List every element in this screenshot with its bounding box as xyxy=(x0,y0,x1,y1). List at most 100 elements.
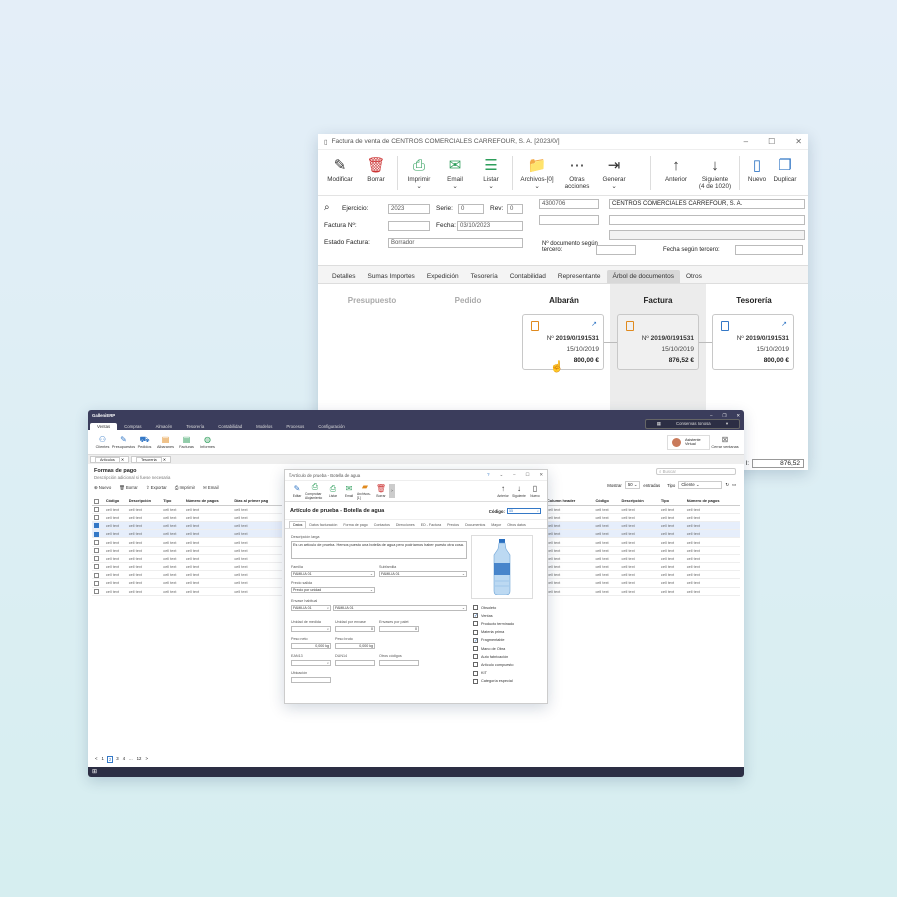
print-button[interactable]: ⎙ Imprimir ⌄ xyxy=(401,156,437,190)
open-tab-articulos[interactable]: Artículos ✕ xyxy=(90,456,130,463)
table-row[interactable]: cell text cell text cell text cell text cell… xyxy=(545,554,740,564)
type-select[interactable]: Cliente ⌄ xyxy=(678,481,723,489)
article-tab[interactable]: Datos xyxy=(289,521,307,528)
windows-icon[interactable]: ⊞ xyxy=(92,769,97,775)
print-action[interactable]: ⎙ Imprimir xyxy=(175,485,195,491)
menu-contabilidad[interactable]: Contabilidad xyxy=(211,423,249,430)
article-next-button[interactable]: ↓ Siguiente xyxy=(511,484,527,498)
chevron-down-icon[interactable]: ⌄ xyxy=(500,472,504,478)
upe-field[interactable]: 0 xyxy=(335,626,375,632)
flag-checkbox[interactable]: Mano de Obra xyxy=(473,646,505,651)
column-header[interactable]: Código xyxy=(103,497,127,506)
ean-field[interactable]: ⌕ xyxy=(291,660,331,666)
table-row[interactable]: cell text cell text cell text cell text cell… xyxy=(92,570,282,580)
table-row[interactable]: cell text cell text cell text cell text cell… xyxy=(545,505,740,514)
company-selector[interactable]: ▦ Conservas Ionosa ▾ xyxy=(644,419,740,429)
list-button[interactable]: ☰ Listar ⌄ xyxy=(473,156,509,190)
menu-almacen[interactable]: Almacén xyxy=(149,423,180,430)
serie-select[interactable]: 0 xyxy=(458,204,484,214)
table-row[interactable]: cell text cell text cell text cell text cell… xyxy=(545,546,740,555)
table-row[interactable]: cell text cell text cell text cell text cell… xyxy=(92,578,282,588)
peso-neto-field[interactable]: 0,000 kg xyxy=(291,643,331,649)
table-row[interactable]: cell text cell text cell text cell text cell… xyxy=(545,570,740,580)
table-row[interactable]: cell text cell text cell text cell text cell… xyxy=(92,521,282,531)
maximize-icon[interactable]: ❐ xyxy=(723,413,727,419)
menu-configuracion[interactable]: Configuración xyxy=(311,423,352,430)
article-files-button[interactable]: ▰ Archivos-[1] xyxy=(357,482,373,500)
tab-tesoreria[interactable]: Tesorería xyxy=(465,270,504,283)
flag-checkbox[interactable]: KIT xyxy=(473,670,487,676)
table-row[interactable]: cell text cell text cell text cell text cell… xyxy=(545,578,740,588)
ribbon-albaranes-button[interactable]: ▤ Albaranes xyxy=(155,435,176,449)
menu-ventas[interactable]: Ventas xyxy=(90,423,118,430)
table-row[interactable]: cell text cell text cell text cell text cell… xyxy=(92,562,282,572)
email-action[interactable]: ✉ Email xyxy=(203,485,219,491)
peso-bruto-field[interactable]: 0,000 kg xyxy=(335,643,375,649)
search-icon[interactable]: ⌕ xyxy=(324,202,330,213)
minimize-icon[interactable]: – xyxy=(513,472,515,478)
table-row[interactable]: cell text cell text cell text cell text cell… xyxy=(92,546,282,555)
columns-icon[interactable]: ▭ xyxy=(732,482,736,488)
column-header[interactable]: Descripción xyxy=(619,497,659,506)
generate-button[interactable]: ⇥ Generar ⌄ xyxy=(596,156,632,190)
help-icon[interactable]: ? xyxy=(487,472,489,478)
article-edit-button[interactable]: ✎ Editar xyxy=(289,484,305,498)
article-tab[interactable]: Forma de pago xyxy=(340,522,370,528)
page-link[interactable]: > xyxy=(144,756,149,763)
more-actions-button[interactable]: ⋯ Otras acciones xyxy=(558,156,596,190)
envase-name-select[interactable]: FAMILIA 01 ⌄ xyxy=(333,605,467,611)
cliente-name-field[interactable]: CENTROS COMERCIALES CARREFOUR, S. A. xyxy=(609,199,805,209)
column-header[interactable]: Código xyxy=(593,497,620,506)
table-row[interactable]: cell text cell text cell text cell text cell… xyxy=(92,554,282,564)
show-select[interactable]: 50 ⌄ xyxy=(624,481,641,489)
next-button[interactable]: ↓ Siguiente (4 de 1020) xyxy=(694,156,736,190)
ribbon-presupuestos-button[interactable]: ✎ Presupuestos xyxy=(112,435,135,449)
article-tab[interactable]: Direcciones xyxy=(393,522,418,528)
flag-checkbox[interactable]: Artículo compuesto xyxy=(473,662,514,668)
subfamilia-select[interactable]: FAMILIA 01 ⌄ xyxy=(379,571,467,577)
minimize-icon[interactable]: – xyxy=(710,413,712,419)
row-checkbox[interactable] xyxy=(94,531,99,537)
column-header[interactable]: Número de pagos xyxy=(183,497,233,506)
article-prev-button[interactable]: ↑ Anterior xyxy=(495,484,511,498)
otros-codigos-field[interactable] xyxy=(379,660,419,666)
page-link[interactable]: 1 xyxy=(101,756,105,763)
article-email-button[interactable]: ✉ Email xyxy=(341,484,357,498)
page-link[interactable]: < xyxy=(94,756,99,763)
flag-checkbox[interactable]: Obsoleto xyxy=(473,605,496,610)
ribbon-pedidos-button[interactable]: ⛟ Pedidos xyxy=(134,435,155,449)
tab-sumas-importes[interactable]: Sumas Importes xyxy=(361,270,420,283)
cliente-code-field[interactable]: 4300706 xyxy=(539,199,599,209)
table-row[interactable]: cell text cell text cell text cell text cell… xyxy=(545,529,740,539)
flag-checkbox[interactable]: Materia prima xyxy=(473,629,504,635)
article-check-button[interactable]: ⎙ Comprobar Alojamiento xyxy=(305,482,325,500)
tab-otros[interactable]: Otros xyxy=(680,270,708,283)
article-tab[interactable]: ED - Factura xyxy=(418,522,444,528)
precio-select[interactable]: Precio por unidad ⌄ xyxy=(291,587,375,593)
table-row[interactable]: cell text cell text cell text cell text cell… xyxy=(545,587,740,596)
description-textarea[interactable]: Es un artículo de prueba. Hemos puesto u… xyxy=(291,541,467,559)
table-row[interactable]: cell text cell text cell text cell text cell… xyxy=(92,513,282,523)
factura-number-field[interactable] xyxy=(388,221,430,231)
um-field[interactable]: ⌕ xyxy=(291,626,331,632)
flag-checkbox[interactable]: Categoría especial xyxy=(473,678,513,684)
envase-code-field[interactable]: FAMILIA 01 ⌕ xyxy=(291,605,331,611)
close-windows-button[interactable]: ⊠ Cerrar ventanas xyxy=(710,435,740,449)
article-tab[interactable]: Documentos xyxy=(462,522,488,528)
flag-checkbox[interactable]: Auto fabricación xyxy=(473,654,508,660)
close-icon[interactable]: ✕ xyxy=(736,413,740,419)
chevron-right-icon[interactable]: › xyxy=(389,484,395,498)
flag-checkbox[interactable]: ✓ Fragmentable xyxy=(473,637,504,643)
delete-button[interactable]: 🗑 Borrar xyxy=(358,156,394,183)
row-checkbox[interactable] xyxy=(94,515,99,521)
close-icon[interactable]: ✕ xyxy=(795,137,802,146)
menu-procesos[interactable]: Procesos xyxy=(279,423,311,430)
tab-expedicion[interactable]: Expedición xyxy=(421,270,465,283)
row-checkbox[interactable] xyxy=(94,572,99,578)
ubicacion-field[interactable] xyxy=(291,677,331,683)
row-checkbox[interactable] xyxy=(94,539,99,545)
row-checkbox[interactable] xyxy=(94,556,99,562)
ejercicio-select[interactable]: 2023 xyxy=(388,204,430,214)
flag-checkbox[interactable]: Producto terminado xyxy=(473,621,514,627)
flag-checkbox[interactable]: ✓ Ventas xyxy=(473,613,493,619)
